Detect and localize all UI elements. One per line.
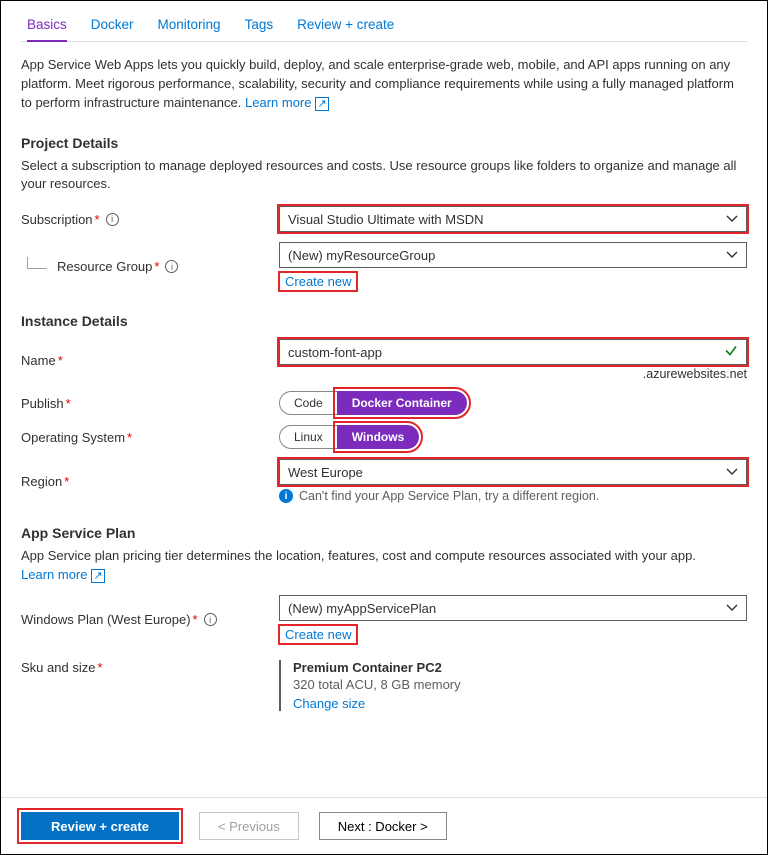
domain-suffix: .azurewebsites.net	[279, 367, 747, 381]
required-asterisk: *	[58, 353, 63, 368]
intro-text: App Service Web Apps lets you quickly bu…	[21, 56, 747, 113]
info-icon[interactable]: i	[204, 613, 217, 626]
sku-label: Sku and size	[21, 660, 95, 675]
required-asterisk: *	[66, 396, 71, 411]
required-asterisk: *	[127, 430, 132, 445]
sku-title: Premium Container PC2	[293, 660, 747, 675]
info-icon: i	[279, 489, 293, 503]
tab-bar: Basics Docker Monitoring Tags Review + c…	[21, 1, 747, 42]
name-label: Name	[21, 353, 56, 368]
info-icon[interactable]: i	[106, 213, 119, 226]
region-helper-text: Can't find your App Service Plan, try a …	[299, 489, 599, 503]
windows-plan-label: Windows Plan (West Europe)	[21, 612, 191, 627]
os-label: Operating System	[21, 430, 125, 445]
create-new-plan-link[interactable]: Create new	[279, 625, 357, 644]
previous-button: < Previous	[199, 812, 299, 840]
tab-docker[interactable]: Docker	[91, 17, 134, 41]
create-new-rg-link[interactable]: Create new	[279, 272, 357, 291]
sku-subtitle: 320 total ACU, 8 GB memory	[293, 677, 747, 692]
learn-more-link[interactable]: Learn more	[245, 95, 329, 110]
windows-plan-select[interactable]: (New) myAppServicePlan	[279, 595, 747, 621]
resource-group-select[interactable]: (New) myResourceGroup	[279, 242, 747, 268]
os-windows-option[interactable]: Windows	[337, 425, 420, 449]
required-asterisk: *	[97, 660, 102, 675]
region-label: Region	[21, 474, 62, 489]
app-service-plan-desc: App Service plan pricing tier determines…	[21, 547, 747, 585]
tab-monitoring[interactable]: Monitoring	[158, 17, 221, 41]
os-linux-option[interactable]: Linux	[279, 425, 337, 449]
subscription-select[interactable]: Visual Studio Ultimate with MSDN	[279, 206, 747, 232]
plan-learn-more-link[interactable]: Learn more	[21, 567, 105, 582]
next-docker-button[interactable]: Next : Docker >	[319, 812, 447, 840]
tab-review-create[interactable]: Review + create	[297, 17, 394, 41]
chevron-down-icon	[726, 249, 738, 261]
required-asterisk: *	[154, 259, 159, 274]
required-asterisk: *	[193, 612, 198, 627]
name-input[interactable]: custom-font-app	[279, 339, 747, 365]
info-icon[interactable]: i	[165, 260, 178, 273]
instance-details-heading: Instance Details	[21, 313, 747, 329]
tree-indent-icon	[27, 257, 47, 269]
project-details-heading: Project Details	[21, 135, 747, 151]
region-select[interactable]: West Europe	[279, 459, 747, 485]
chevron-down-icon	[726, 602, 738, 614]
check-icon	[724, 344, 738, 361]
chevron-down-icon	[726, 213, 738, 225]
footer-bar: Review + create < Previous Next : Docker…	[1, 797, 767, 854]
publish-label: Publish	[21, 396, 64, 411]
review-create-button[interactable]: Review + create	[21, 812, 179, 840]
sku-info-box: Premium Container PC2 320 total ACU, 8 G…	[279, 660, 747, 711]
subscription-label: Subscription	[21, 212, 93, 227]
tab-tags[interactable]: Tags	[245, 17, 274, 41]
resource-group-label: Resource Group	[57, 259, 152, 274]
required-asterisk: *	[64, 474, 69, 489]
chevron-down-icon	[726, 466, 738, 478]
app-service-plan-heading: App Service Plan	[21, 525, 747, 541]
publish-code-option[interactable]: Code	[279, 391, 337, 415]
change-size-link[interactable]: Change size	[293, 696, 747, 711]
publish-docker-option[interactable]: Docker Container	[337, 391, 467, 415]
tab-basics[interactable]: Basics	[27, 17, 67, 42]
required-asterisk: *	[95, 212, 100, 227]
project-details-desc: Select a subscription to manage deployed…	[21, 157, 747, 195]
